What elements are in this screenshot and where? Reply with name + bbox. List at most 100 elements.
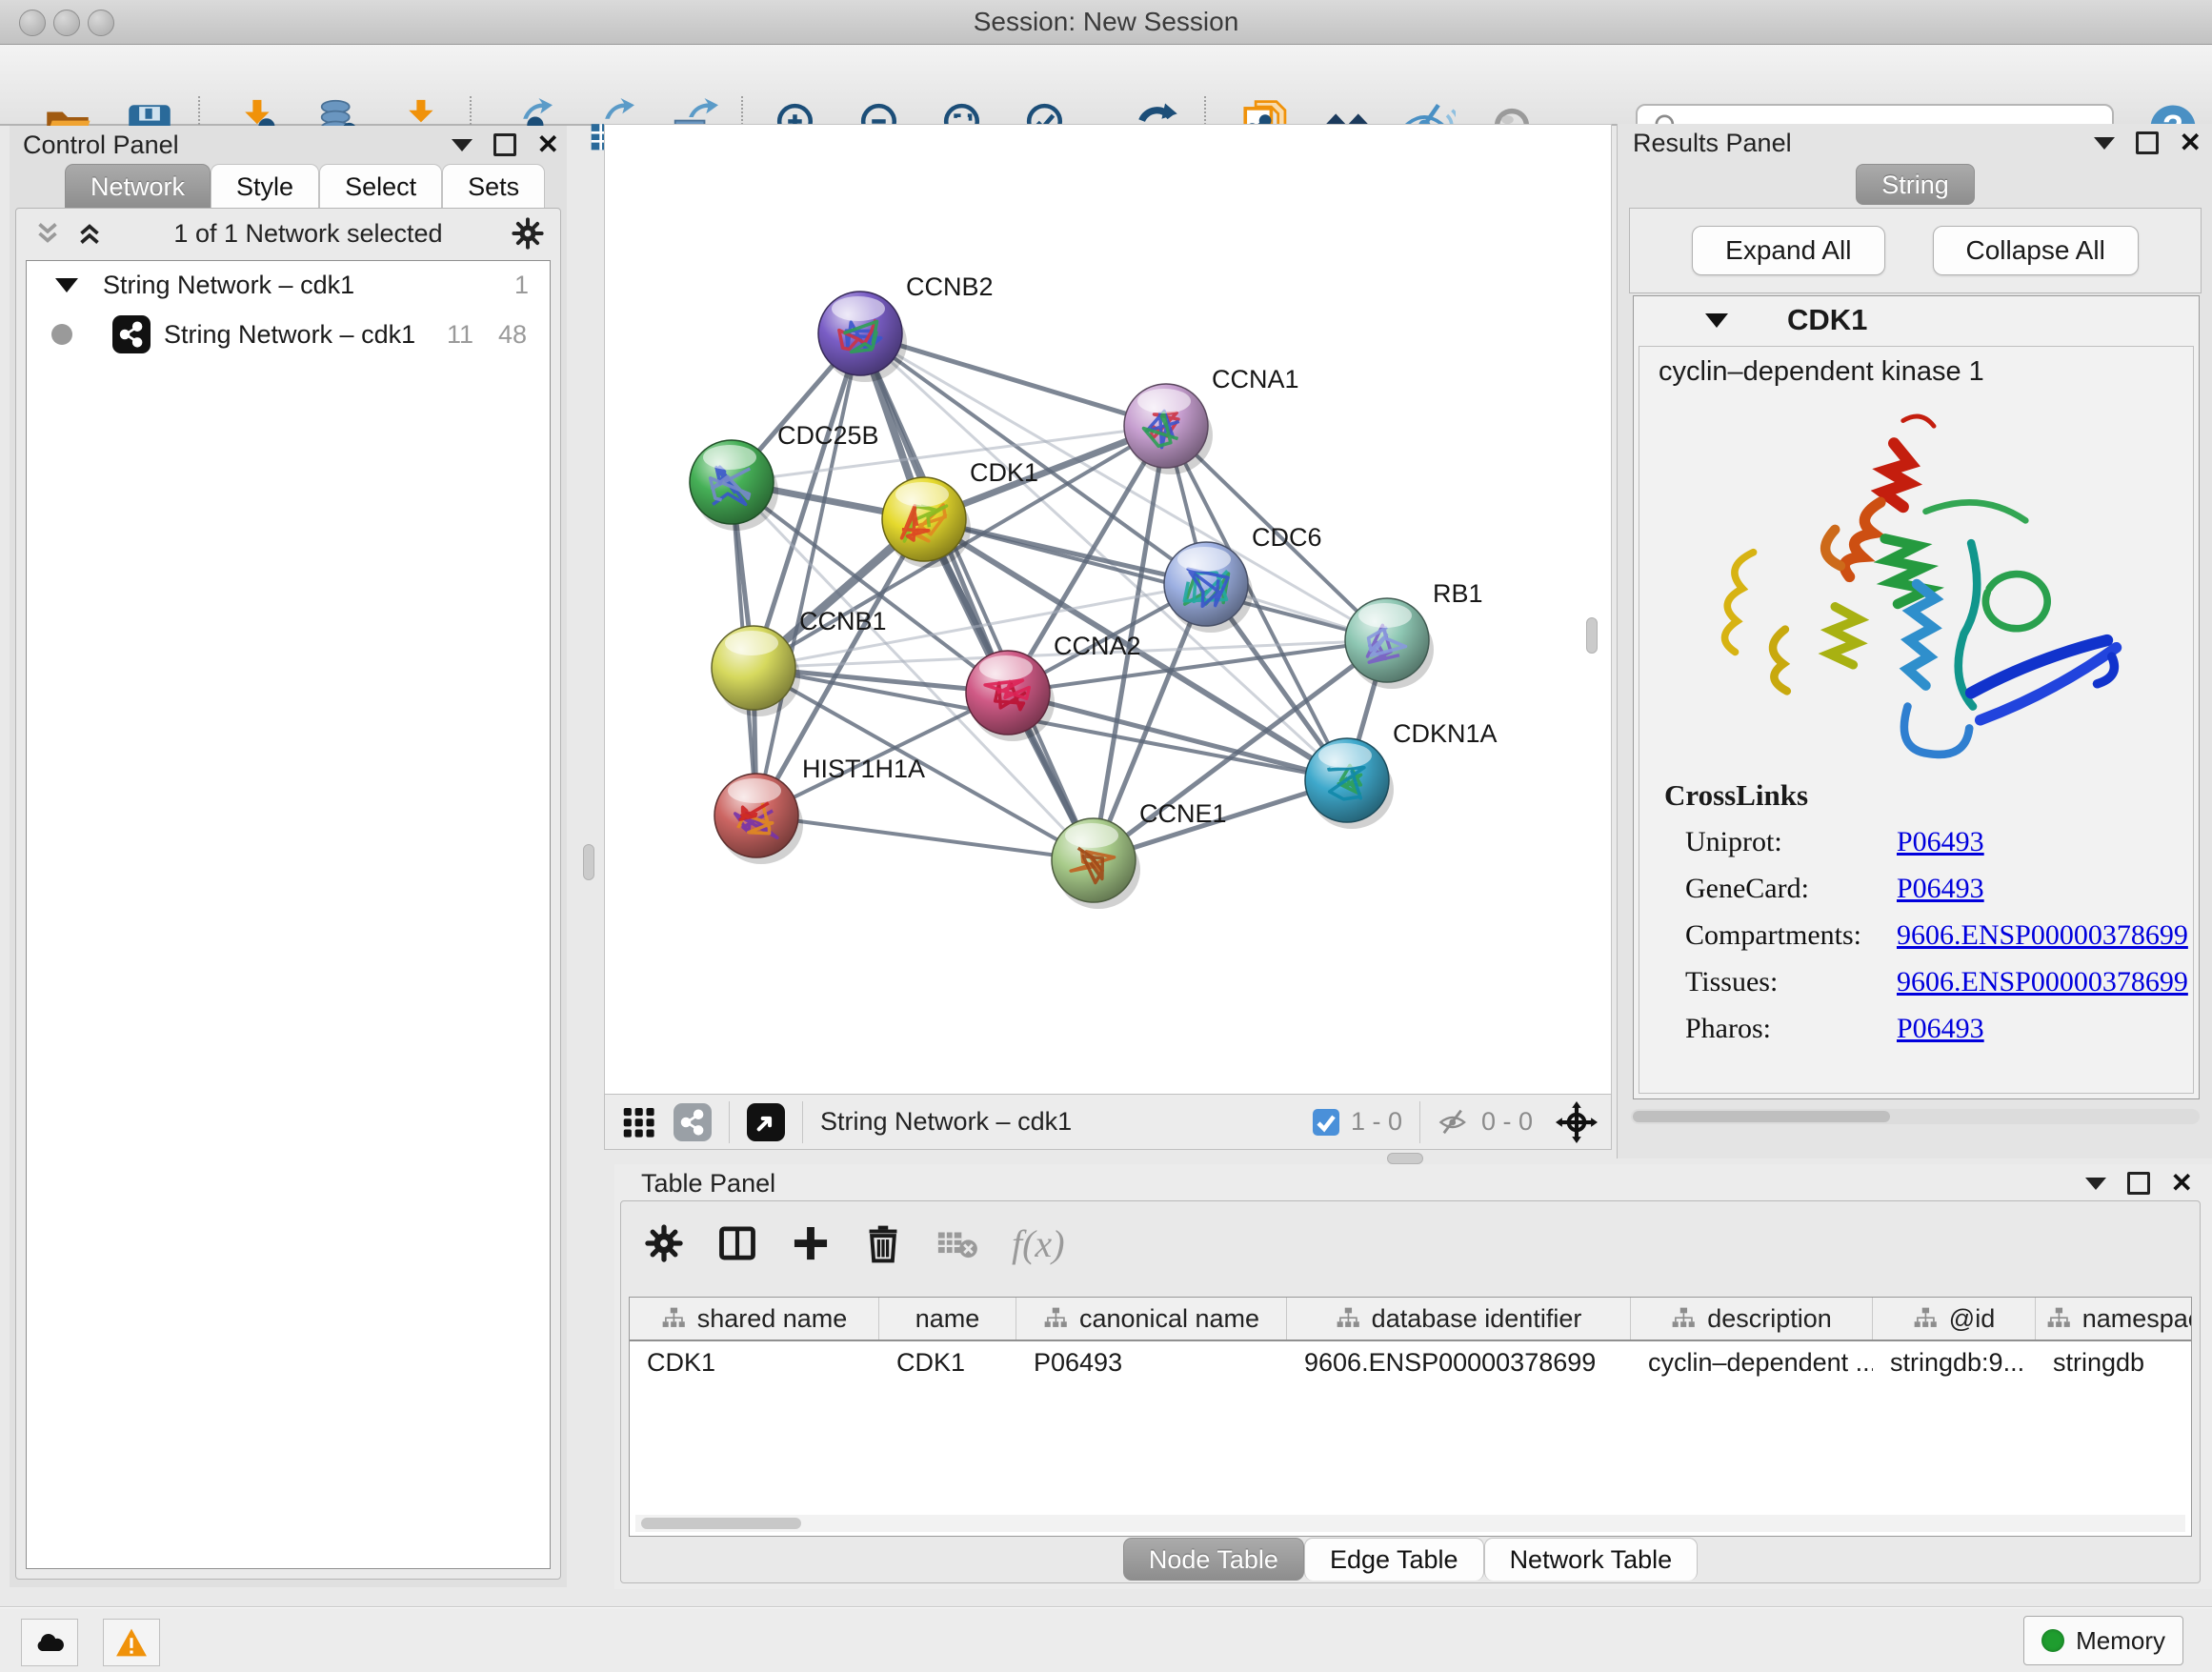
crosslink-link[interactable]: 9606.ENSP00000378699 [1897, 966, 2188, 998]
right-splitter-handle[interactable] [1586, 617, 1598, 654]
panel-menu-icon[interactable] [452, 139, 473, 151]
cloud-button[interactable] [21, 1619, 78, 1666]
function-builder-icon: f(x) [1012, 1221, 1065, 1266]
panel-float-icon[interactable] [2136, 131, 2159, 154]
panel-close-icon[interactable]: ✕ [537, 135, 559, 154]
panel-close-icon[interactable]: ✕ [2180, 133, 2202, 152]
column-tree-icon [1043, 1306, 1068, 1331]
table-cell[interactable]: stringdb [2036, 1348, 2192, 1378]
expand-all-button[interactable]: Expand All [1692, 226, 1884, 275]
node-label-CDKN1A: CDKN1A [1393, 719, 1498, 748]
column-tree-icon [2046, 1306, 2071, 1331]
gene-collapse-caret[interactable] [1705, 313, 1728, 328]
network-node-HIST1H1A[interactable]: HIST1H1A [714, 755, 925, 864]
gene-description: cyclin–dependent kinase 1 [1639, 347, 2193, 388]
panel-menu-icon[interactable] [2094, 137, 2115, 150]
hidden-eye-icon [1438, 1105, 1472, 1139]
memory-status-dot [2041, 1629, 2064, 1652]
table-cell[interactable]: CDK1 [630, 1348, 879, 1378]
left-splitter-handle[interactable] [583, 844, 594, 880]
column-header-description[interactable]: description [1631, 1298, 1873, 1340]
birdseye-grid-icon[interactable] [620, 1103, 658, 1141]
node-label-CCNE1: CCNE1 [1139, 799, 1227, 828]
tab-network[interactable]: Network [65, 164, 211, 209]
tab-style[interactable]: Style [211, 164, 319, 209]
table-cell[interactable]: 9606.ENSP00000378699 [1287, 1348, 1631, 1378]
panel-float-icon[interactable] [493, 133, 516, 156]
crosslink-link[interactable]: P06493 [1897, 873, 1984, 905]
crosslink-row: Uniprot:P06493 [1664, 826, 2193, 858]
table-cell[interactable]: P06493 [1016, 1348, 1287, 1378]
network-node-CCNE1[interactable]: CCNE1 [1052, 799, 1227, 909]
panel-menu-icon[interactable] [2085, 1178, 2106, 1190]
column-tree-icon [1913, 1306, 1938, 1331]
table-cell[interactable]: cyclin–dependent ... [1631, 1348, 1873, 1378]
table-cell[interactable]: stringdb:9... [1873, 1348, 2036, 1378]
show-columns-icon[interactable] [716, 1222, 758, 1264]
delete-column-trash-icon[interactable] [863, 1223, 903, 1263]
table-panel: Table Panel ✕ [614, 1164, 2212, 1589]
fit-content-crosshair-icon[interactable] [1556, 1101, 1598, 1143]
tab-network-table[interactable]: Network Table [1484, 1538, 1699, 1581]
network-node-CCNB1[interactable]: CCNB1 [712, 607, 887, 716]
collection-expand-caret[interactable] [55, 278, 78, 292]
network-node-CDKN1A[interactable]: CDKN1A [1305, 719, 1498, 829]
panel-close-icon[interactable]: ✕ [2171, 1174, 2193, 1193]
collection-count: 1 [514, 271, 529, 300]
results-horizontal-scrollbar[interactable] [1631, 1109, 2200, 1124]
column-header-canonical-name[interactable]: canonical name [1016, 1298, 1287, 1340]
add-column-plus-icon[interactable] [791, 1223, 831, 1263]
crosslink-row: Tissues:9606.ENSP00000378699 [1664, 966, 2193, 998]
column-tree-icon [661, 1306, 686, 1331]
cloud-icon [32, 1628, 67, 1657]
column-header--id[interactable]: @id [1873, 1298, 2036, 1340]
collapse-all-chevron-icon[interactable] [31, 217, 64, 250]
panel-float-icon[interactable] [2127, 1172, 2150, 1195]
tab-sets[interactable]: Sets [442, 164, 545, 209]
column-header-database-identifier[interactable]: database identifier [1287, 1298, 1631, 1340]
warning-icon [115, 1627, 148, 1658]
delete-table-icon [935, 1221, 979, 1265]
bottom-splitter-handle[interactable] [1387, 1153, 1423, 1164]
network-canvas[interactable]: CCNB2CCNA1CDC25BCDK1CDC6RB1CCNB1CCNA2CDK… [604, 124, 1612, 1096]
selected-checkbox-icon[interactable] [1311, 1107, 1341, 1138]
crosslink-link[interactable]: P06493 [1897, 826, 1984, 858]
collection-label: String Network – cdk1 [103, 271, 354, 300]
table-row[interactable]: CDK1CDK1P064939606.ENSP00000378699cyclin… [630, 1341, 2191, 1383]
node-label-CCNB1: CCNB1 [799, 607, 887, 635]
crosslink-link[interactable]: 9606.ENSP00000378699 [1897, 919, 2188, 952]
network-node-CCNA1[interactable]: CCNA1 [1124, 365, 1299, 474]
crosslink-label: Pharos: [1685, 1013, 1897, 1045]
crosslink-label: GeneCard: [1685, 873, 1897, 905]
warning-button[interactable] [103, 1619, 160, 1666]
network-row-selected[interactable]: String Network – cdk1 11 48 [27, 309, 550, 360]
column-header-namespace[interactable]: namespace [2036, 1298, 2192, 1340]
gene-symbol: CDK1 [1787, 303, 1867, 337]
collapse-all-button[interactable]: Collapse All [1933, 226, 2139, 275]
window-title: Session: New Session [0, 0, 2212, 44]
column-header-shared-name[interactable]: shared name [630, 1298, 879, 1340]
table-settings-gear-icon[interactable] [644, 1223, 684, 1263]
string-network-badge-icon [674, 1103, 712, 1141]
results-panel-title: Results Panel [1633, 129, 1792, 158]
gear-icon[interactable] [511, 216, 545, 251]
network-node-RB1[interactable]: RB1 [1345, 579, 1483, 689]
results-actions: Expand All Collapse All [1629, 208, 2202, 293]
column-tree-icon [1671, 1306, 1696, 1331]
crosslink-link[interactable]: P06493 [1897, 1013, 1984, 1045]
node-table: shared namenamecanonical namedatabase id… [629, 1297, 2192, 1537]
network-collection-row[interactable]: String Network – cdk1 1 [27, 261, 550, 309]
tab-select[interactable]: Select [319, 164, 442, 209]
column-header-name[interactable]: name [879, 1298, 1016, 1340]
tab-node-table[interactable]: Node Table [1123, 1538, 1304, 1581]
crosslink-label: Uniprot: [1685, 826, 1897, 858]
open-in-window-icon[interactable] [747, 1103, 785, 1141]
table-horizontal-scrollbar[interactable] [635, 1515, 2185, 1532]
tab-edge-table[interactable]: Edge Table [1304, 1538, 1484, 1581]
main-toolbar: ? [0, 45, 2212, 126]
memory-button[interactable]: Memory [2023, 1616, 2183, 1665]
expand-all-chevron-icon[interactable] [73, 217, 106, 250]
table-cell[interactable]: CDK1 [879, 1348, 1016, 1378]
network-view-title: String Network – cdk1 [820, 1107, 1072, 1137]
tab-string[interactable]: String [1856, 164, 1975, 205]
